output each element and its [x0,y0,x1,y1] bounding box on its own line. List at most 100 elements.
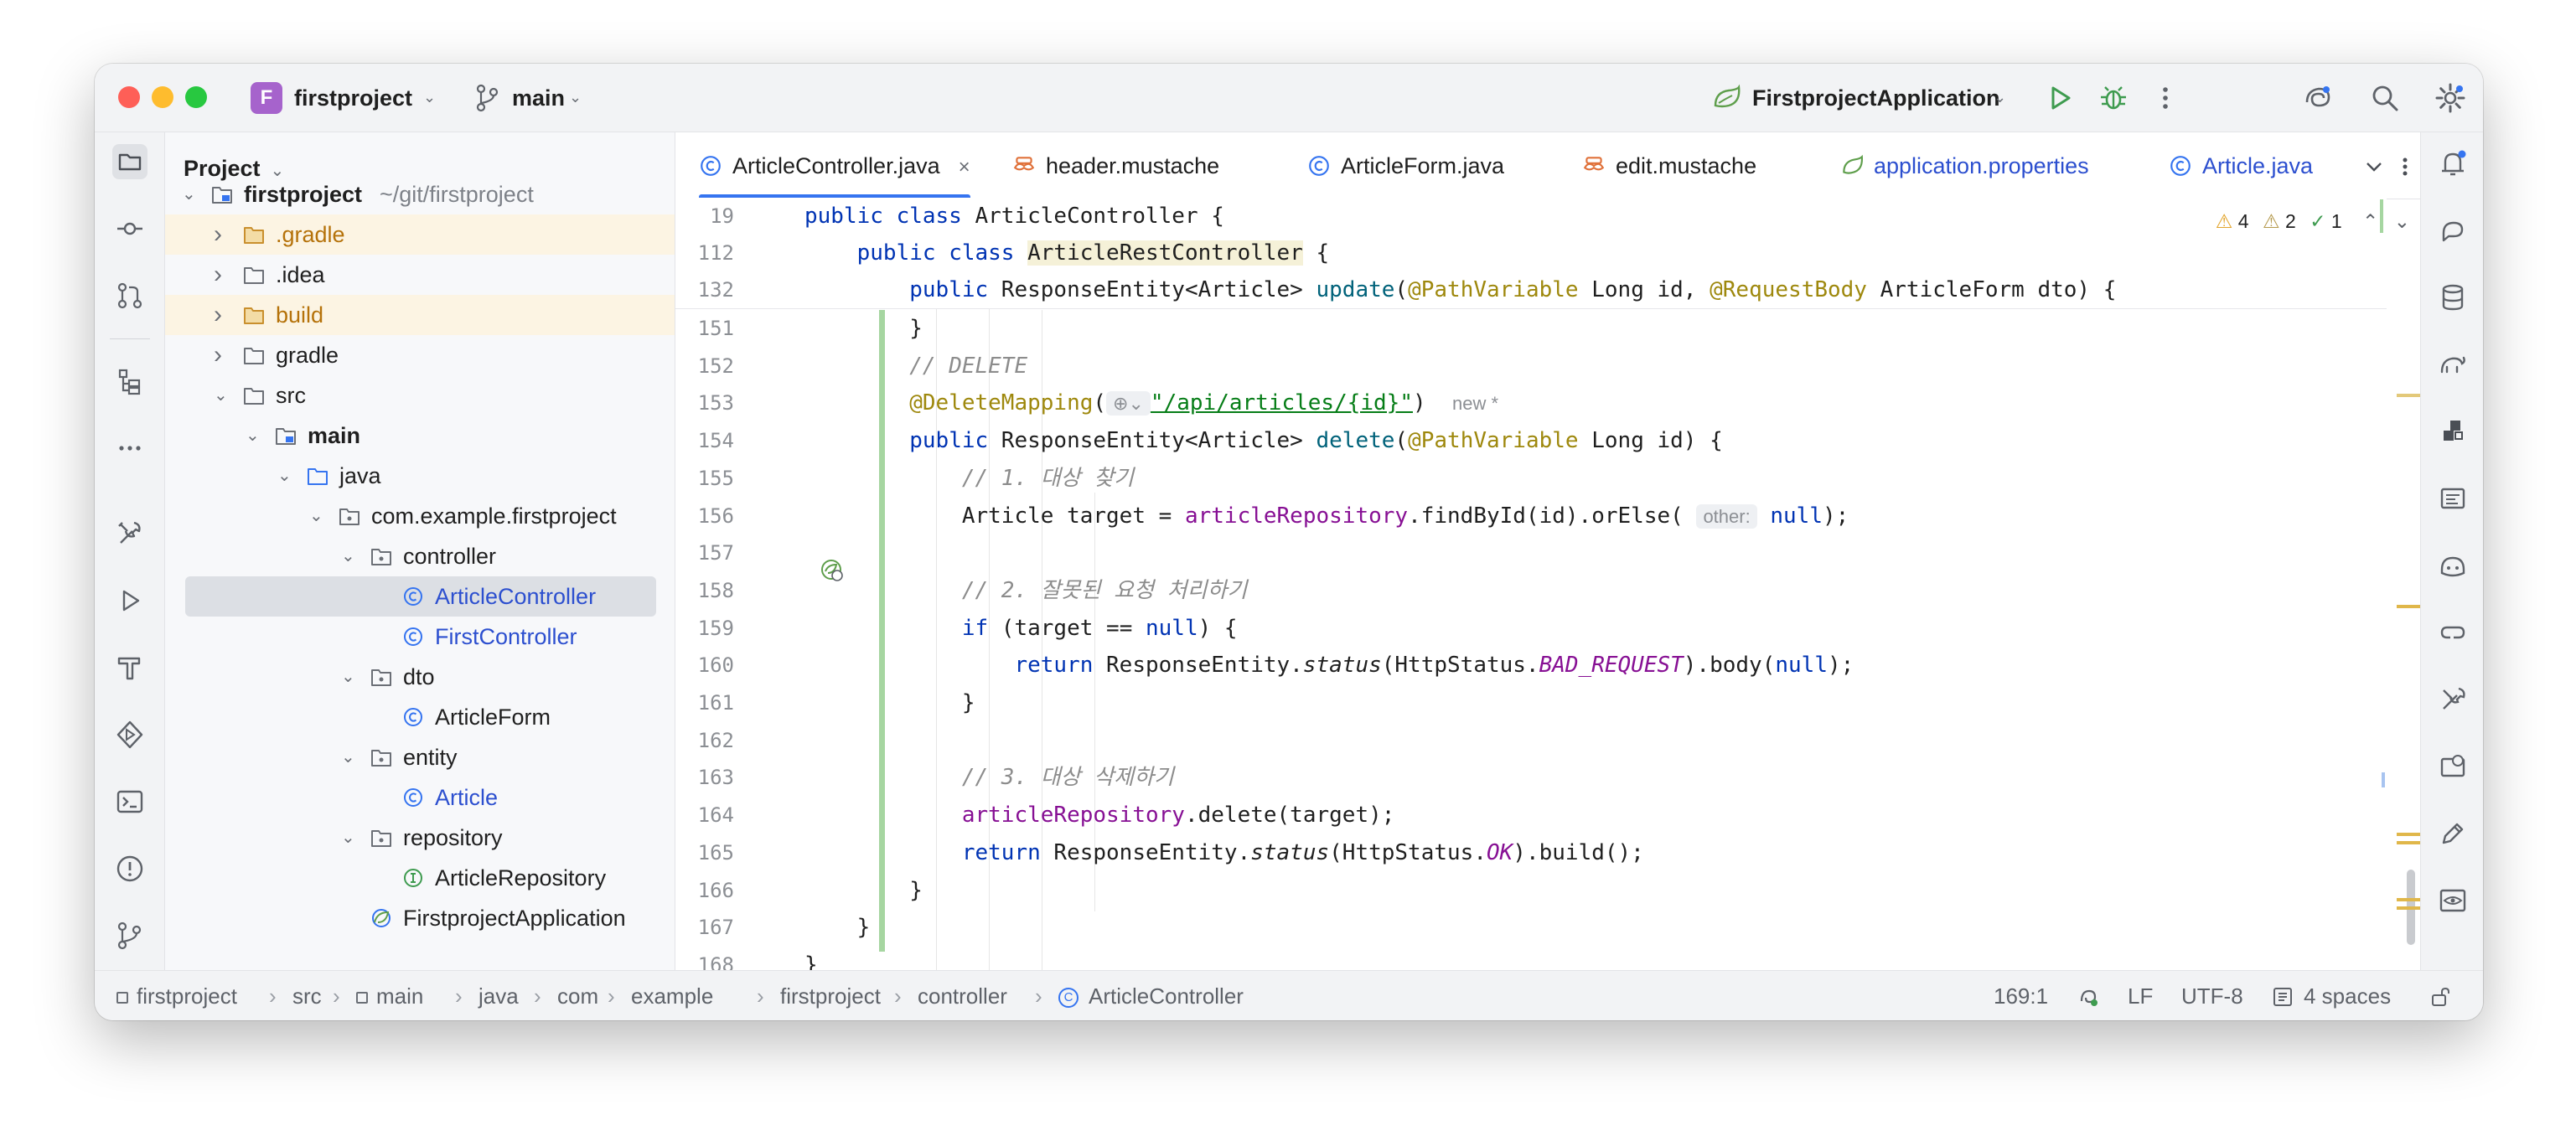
ai-status-icon[interactable] [2076,984,2101,1009]
copilot-icon[interactable] [2435,548,2470,583]
code-line[interactable]: 166 } [675,872,2387,909]
code-line[interactable]: 167 } [675,909,2387,946]
tree-item-gradle[interactable]: › .gradle [165,214,675,255]
tree-item-src[interactable]: ⌄ src [165,375,675,416]
tab-header-mustache[interactable]: header.mustache [1012,132,1219,199]
code-line[interactable]: 153 @DeleteMapping(⊕⌄ "/api/articles/{id}… [675,385,2387,421]
line-separator[interactable]: LF [2128,971,2153,1020]
code-line[interactable]: 151 } [675,310,2387,347]
code-line[interactable]: 164 articleRepository.delete(target); [675,797,2387,834]
debug-icon[interactable] [2096,80,2131,116]
sticky-line[interactable]: 132 public ResponseEntity<Article> updat… [675,271,2387,308]
code-line[interactable]: 155 // 1. 대상 찾기 [675,460,2387,497]
more-tool-windows-icon[interactable] [112,431,147,466]
code-line[interactable]: 154 public ResponseEntity<Article> delet… [675,422,2387,459]
tab-articleform-java[interactable]: ArticleForm.java [1307,132,1504,199]
breadcrumb-item[interactable]: java [478,971,519,1020]
http-client-icon[interactable] [2435,615,2470,650]
code-area[interactable]: 19 public class ArticleController {112 pu… [675,198,2420,995]
project-switcher[interactable]: firstproject [294,84,412,112]
file-encoding[interactable]: UTF-8 [2181,971,2243,1020]
documentation-icon[interactable] [2435,481,2470,516]
tree-item-gradle[interactable]: › gradle [165,335,675,375]
pull-requests-icon[interactable] [112,278,147,313]
chevron-down-icon[interactable]: ⌄ [341,737,355,777]
chevron-down-icon[interactable]: ⌄ [2394,210,2410,232]
structure-icon[interactable] [112,364,147,399]
breadcrumb-item[interactable]: main [356,971,423,1020]
commit-icon[interactable] [112,211,147,246]
code-line[interactable]: 160 return ResponseEntity.status(HttpSta… [675,647,2387,684]
coverage-icon[interactable] [2435,749,2470,784]
plugin-blocks-icon[interactable] [2435,414,2470,449]
run-icon[interactable] [2042,80,2077,116]
chevron-right-icon[interactable]: › [214,214,222,255]
chevron-down-icon[interactable]: ⌄ [214,375,228,416]
chevron-up-icon[interactable]: ⌃ [2362,210,2378,232]
code-line[interactable]: 162 [675,722,2387,759]
inspection-widget[interactable]: ⚠ 4 ⚠ 2 ✓ 1 ⌃ ⌄ [2216,203,2410,240]
tab-article-java[interactable]: Article.java [2169,132,2313,199]
sticky-line[interactable]: 112 public class ArticleRestController { [675,235,2387,271]
tree-item-com-example-firstproject[interactable]: ⌄ com.example.firstproject [165,496,675,536]
project-folder-icon[interactable] [112,144,147,179]
run-tool-icon[interactable] [112,583,147,618]
maximize-window-button[interactable] [185,86,207,108]
tree-item-dto[interactable]: ⌄ dto [165,657,675,697]
code-line[interactable]: 156 Article target = articleRepository.f… [675,498,2387,534]
minimize-window-button[interactable] [152,86,173,108]
problems-icon[interactable] [112,851,147,886]
code-line[interactable]: 157 [675,534,2387,571]
tools-icon[interactable] [2435,682,2470,717]
tree-item-firstcontroller[interactable]: FirstController [165,617,675,657]
gradle-elephant-icon[interactable] [2435,347,2470,382]
chevron-down-icon[interactable]: ⌄ [182,174,196,214]
tree-item-java[interactable]: ⌄ java [165,456,675,496]
notifications-bell-icon[interactable] [2435,146,2470,181]
tree-item-idea[interactable]: › .idea [165,255,675,295]
chevron-down-icon[interactable]: ⌄ [341,818,355,858]
code-line[interactable]: 163 // 3. 대상 삭제하기 [675,759,2387,796]
tree-item-firstproject[interactable]: ⌄ firstproject ~/git/firstproject [165,174,675,214]
tree-item-build[interactable]: › build [165,295,675,335]
chevron-right-icon[interactable]: › [214,335,222,375]
tree-item-firstprojectapplication[interactable]: FirstprojectApplication [165,898,675,938]
code-line[interactable]: 158 // 2. 잘못된 요청 처리하기 [675,572,2387,609]
tree-item-articlerepository[interactable]: ArticleRepository [165,858,675,898]
breadcrumb-item[interactable]: controller [918,971,1007,1020]
tree-item-entity[interactable]: ⌄ entity [165,737,675,777]
settings-gear-icon[interactable] [2433,80,2468,116]
branch-switcher[interactable]: main [512,84,565,112]
chevron-right-icon[interactable]: › [214,295,222,335]
build-hammer-icon[interactable] [112,650,147,685]
tab-application-properties[interactable]: application.properties [1840,132,2089,199]
caret-position[interactable]: 169:1 [1994,971,2048,1020]
chevron-down-icon[interactable]: ⌄ [246,416,260,456]
tree-item-controller[interactable]: ⌄ controller [165,536,675,576]
chevron-down-icon[interactable]: ⌄ [341,657,355,697]
tab-articlecontroller-java[interactable]: ArticleController.java × [699,132,970,199]
breadcrumb-item[interactable]: example [631,971,713,1020]
chevron-down-icon[interactable]: ⌄ [341,536,355,576]
tree-item-article[interactable]: Article [165,777,675,818]
git-icon[interactable] [112,918,147,953]
search-icon[interactable] [2367,80,2403,116]
database-icon[interactable] [2435,280,2470,315]
breadcrumb-item[interactable]: C ArticleController [1058,971,1244,1020]
code-line[interactable]: 159 if (target == null) { [675,610,2387,647]
preview-eye-icon[interactable] [2435,883,2470,918]
more-actions-icon[interactable] [2153,80,2178,116]
tree-item-articleform[interactable]: ArticleForm [165,697,675,737]
indent-settings[interactable]: 4 spaces [2304,971,2391,1020]
tree-item-main[interactable]: ⌄ main [165,416,675,456]
tree-item-repository[interactable]: ⌄ repository [165,818,675,858]
code-line[interactable]: 165 return ResponseEntity.status(HttpSta… [675,834,2387,871]
chevron-down-icon[interactable]: ⌄ [309,496,323,536]
ai-assistant-icon[interactable] [2300,80,2335,116]
chevron-down-icon[interactable]: ⌄ [277,456,292,496]
chevron-down-icon[interactable] [2360,152,2388,181]
close-tab-icon[interactable]: × [959,156,970,178]
breadcrumb-item[interactable]: com [557,971,598,1020]
close-window-button[interactable] [118,86,140,108]
services-tools-icon[interactable] [112,516,147,551]
